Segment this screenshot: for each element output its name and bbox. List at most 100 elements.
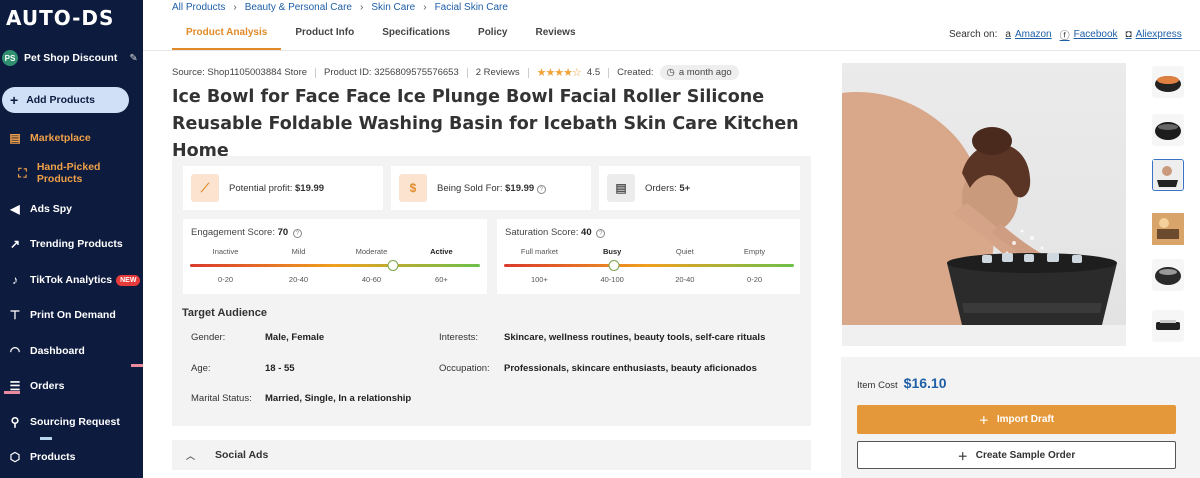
divider bbox=[315, 67, 317, 78]
saturation-value: 40 bbox=[581, 227, 592, 238]
social-ads-section[interactable]: ︿ Social Ads bbox=[172, 440, 811, 470]
add-products-button[interactable]: + Add Products bbox=[2, 87, 129, 113]
level-label: Inactive bbox=[212, 247, 239, 256]
tab-policy[interactable]: Policy bbox=[464, 20, 521, 50]
created-label: Created: bbox=[617, 67, 654, 78]
reviews-count[interactable]: 2 Reviews bbox=[476, 67, 520, 78]
saturation-gauge-bar bbox=[504, 264, 794, 267]
chevron-up-icon: ︿ bbox=[186, 450, 196, 461]
tiktok-icon: ♪ bbox=[12, 273, 18, 287]
range-label: 40-100 bbox=[600, 275, 624, 284]
search-on-bar: Search on: a Amazon ⓕ Facebook ◘ Aliexpress bbox=[949, 27, 1182, 42]
amazon-link[interactable]: a Amazon bbox=[1005, 29, 1051, 40]
sidebar-item-tiktok[interactable]: ♪ TikTok Analytics NEW bbox=[0, 268, 143, 292]
item-cost-value: $16.10 bbox=[903, 375, 947, 391]
sidebar-item-marketplace[interactable]: ▤ Marketplace bbox=[0, 126, 143, 150]
woman-thumbnail-image bbox=[1153, 160, 1182, 189]
level-label: Full market bbox=[520, 247, 558, 256]
profit-label: Potential profit: bbox=[229, 182, 293, 194]
gender-value: Male, Female bbox=[265, 332, 325, 343]
chevron-right-icon: › bbox=[423, 2, 427, 13]
range-label: 40-60 bbox=[361, 275, 382, 284]
sold-value: $19.99 bbox=[505, 182, 535, 194]
product-main-image[interactable] bbox=[842, 63, 1126, 346]
sidebar-item-hand-picked[interactable]: ⛶ Hand-Picked Products bbox=[0, 161, 143, 185]
sidebar-item-trending[interactable]: ↗ Trending Products bbox=[0, 232, 143, 256]
aliexpress-link[interactable]: ◘ Aliexpress bbox=[1126, 29, 1182, 40]
engagement-header: Engagement Score: 70 ? bbox=[191, 227, 479, 238]
plus-icon: + bbox=[10, 92, 19, 108]
pencil-icon[interactable]: ✎ bbox=[129, 53, 137, 64]
sidebar-item-label: Print On Demand bbox=[30, 309, 116, 321]
box-icon: ⬡ bbox=[9, 450, 21, 464]
store-avatar: PS bbox=[2, 50, 18, 66]
tab-product-info[interactable]: Product Info bbox=[281, 20, 368, 50]
breadcrumb-item[interactable]: Beauty & Personal Care bbox=[245, 2, 352, 13]
chart-icon: ⟋ bbox=[191, 174, 219, 202]
range-label: 100+ bbox=[530, 275, 548, 284]
sidebar-item-print-on-demand[interactable]: ⊤ Print On Demand bbox=[0, 303, 143, 327]
breadcrumb-item[interactable]: Skin Care bbox=[371, 2, 415, 13]
kitchen-thumbnail-image bbox=[1152, 213, 1184, 245]
help-icon[interactable]: ? bbox=[596, 229, 606, 238]
engagement-gauge-bar bbox=[190, 264, 480, 267]
tab-specifications[interactable]: Specifications bbox=[368, 20, 464, 50]
sample-order-label: Create Sample Order bbox=[975, 449, 1076, 461]
saturation-label: Saturation Score: bbox=[505, 227, 579, 238]
add-products-label: Add Products bbox=[26, 94, 96, 106]
product-thumbnail[interactable] bbox=[1152, 66, 1184, 98]
created-chip: ◷ a month ago bbox=[659, 65, 739, 80]
facebook-link-label: Facebook bbox=[1073, 29, 1118, 40]
sidebar-item-orders[interactable]: ☰ Orders bbox=[0, 374, 143, 398]
import-draft-label: Import Draft bbox=[996, 414, 1055, 425]
product-thumbnail[interactable] bbox=[1152, 114, 1184, 146]
sidebar-item-label: Trending Products bbox=[30, 238, 123, 250]
range-label: 20-40 bbox=[288, 275, 309, 284]
bowl-thumbnail-image bbox=[1156, 320, 1180, 330]
tab-bar: Product Analysis Product Info Specificat… bbox=[172, 20, 590, 50]
range-label: 20-40 bbox=[675, 275, 695, 284]
sidebar-item-ads-spy[interactable]: ◀ Ads Spy bbox=[0, 197, 143, 221]
tab-product-analysis[interactable]: Product Analysis bbox=[172, 20, 282, 50]
product-thumbnail-selected[interactable] bbox=[1152, 159, 1184, 191]
sidebar-item-sourcing[interactable]: ⚲ Sourcing Request bbox=[0, 410, 143, 434]
breadcrumb-item[interactable]: Facial Skin Care bbox=[435, 2, 508, 13]
sidebar-item-dashboard[interactable]: ◠ Dashboard bbox=[0, 339, 143, 363]
chevron-right-icon: › bbox=[233, 2, 237, 13]
aliexpress-link-label: Aliexpress bbox=[1135, 29, 1182, 40]
plus-icon: ＋ bbox=[978, 416, 989, 427]
tab-reviews[interactable]: Reviews bbox=[522, 20, 590, 50]
amazon-link-label: Amazon bbox=[1014, 29, 1052, 40]
level-label-active: Busy bbox=[602, 247, 622, 256]
product-meta: Source: Shop1105003884 Store Product ID:… bbox=[172, 65, 739, 80]
orders-value: 5+ bbox=[679, 182, 691, 194]
potential-profit-card: ⟋ Potential profit: $19.99 bbox=[183, 166, 383, 210]
level-label: Mild bbox=[291, 247, 306, 256]
interests-label: Interests: bbox=[439, 332, 479, 343]
product-id-text: Product ID: 3256809575576653 bbox=[324, 67, 459, 78]
help-icon[interactable]: ? bbox=[292, 229, 302, 238]
app-logo[interactable]: AUTO-DS bbox=[6, 6, 114, 30]
sourcing-icon: ⚲ bbox=[10, 415, 20, 429]
marital-label: Marital Status: bbox=[191, 393, 252, 404]
social-ads-title: Social Ads bbox=[215, 449, 269, 461]
import-draft-button[interactable]: ＋ Import Draft bbox=[857, 405, 1176, 434]
product-thumbnail[interactable] bbox=[1152, 310, 1184, 342]
create-sample-order-button[interactable]: ＋ Create Sample Order bbox=[857, 441, 1176, 469]
sidebar-item-label: TikTok Analytics bbox=[30, 274, 113, 286]
store-icon: ▤ bbox=[9, 131, 21, 145]
occupation-value: Professionals, skincare enthusiasts, bea… bbox=[504, 363, 757, 374]
range-label: 0-20 bbox=[747, 275, 763, 284]
range-label: 0-20 bbox=[218, 275, 234, 284]
sidebar-item-products[interactable]: ⬡ Products bbox=[0, 445, 143, 469]
breadcrumb-item[interactable]: All Products bbox=[172, 2, 225, 13]
help-icon[interactable]: ? bbox=[536, 184, 546, 194]
facebook-icon: ⓕ bbox=[1059, 31, 1070, 42]
store-selector[interactable]: PS Pet Shop Discount ✎ bbox=[2, 48, 142, 68]
search-on-label: Search on: bbox=[949, 29, 998, 40]
facebook-link[interactable]: ⓕ Facebook bbox=[1060, 27, 1118, 42]
new-badge: NEW bbox=[116, 274, 141, 286]
product-thumbnail[interactable] bbox=[1152, 213, 1184, 245]
level-label: Quiet bbox=[675, 247, 694, 256]
product-thumbnail[interactable] bbox=[1152, 259, 1184, 291]
